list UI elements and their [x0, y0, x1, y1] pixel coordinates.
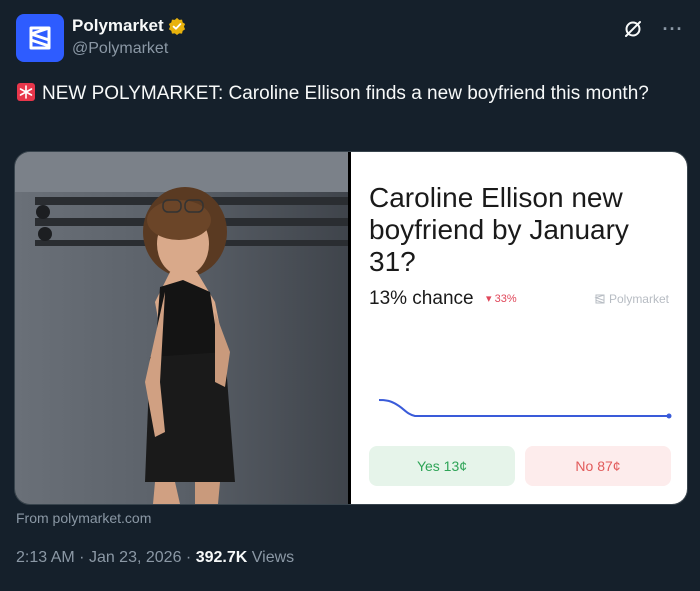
author-handle[interactable]: @Polymarket	[72, 40, 186, 58]
market-panel[interactable]: Caroline Ellison new boyfriend by Januar…	[351, 152, 687, 504]
views-count: 392.7K	[195, 549, 248, 566]
meta-sep: ·	[185, 549, 196, 566]
polymarket-small-icon	[594, 294, 605, 304]
siren-emoji-icon	[17, 83, 35, 101]
brand-watermark: Polymarket	[594, 292, 669, 306]
grok-icon[interactable]	[622, 18, 644, 40]
more-icon[interactable]: ···	[662, 18, 684, 40]
author-display-name[interactable]: Polymarket	[72, 16, 164, 36]
tweet-header: Polymarket @Polymarket ···	[16, 14, 684, 62]
meta-sep: ·	[79, 549, 89, 566]
polymarket-logo-icon	[29, 26, 51, 50]
person-photo-illustration	[15, 152, 348, 504]
probability-sparkline	[378, 399, 672, 419]
tweet-date[interactable]: Jan 23, 2026	[89, 549, 182, 566]
card-photo[interactable]	[15, 152, 348, 504]
chance-delta: ▾ 33%	[486, 293, 517, 305]
header-actions: ···	[622, 18, 684, 40]
verified-badge-icon[interactable]	[168, 17, 186, 35]
avatar[interactable]	[16, 14, 64, 62]
no-button[interactable]: No 87¢	[525, 446, 671, 486]
yes-button[interactable]: Yes 13¢	[369, 446, 515, 486]
market-question[interactable]: Caroline Ellison new boyfriend by Januar…	[369, 182, 669, 278]
chance-value: 13% chance	[369, 288, 474, 309]
tweet-body: NEW POLYMARKET: Caroline Ellison finds a…	[42, 83, 649, 104]
card-source[interactable]: From polymarket.com	[16, 510, 151, 526]
link-card[interactable]: Caroline Ellison new boyfriend by Januar…	[14, 151, 688, 505]
author-names: Polymarket @Polymarket	[72, 16, 186, 58]
tweet-text: NEW POLYMARKET: Caroline Ellison finds a…	[16, 80, 656, 107]
author-display-name-row[interactable]: Polymarket	[72, 16, 186, 36]
tweet-meta: 2:13 AM · Jan 23, 2026 · 392.7K Views	[16, 549, 294, 567]
more-glyph: ···	[662, 18, 684, 39]
chance-row: 13% chance ▾ 33% Polymarket	[369, 288, 669, 312]
brand-name: Polymarket	[608, 292, 669, 306]
views-label: Views	[251, 549, 295, 566]
tweet-time[interactable]: 2:13 AM	[16, 549, 75, 566]
